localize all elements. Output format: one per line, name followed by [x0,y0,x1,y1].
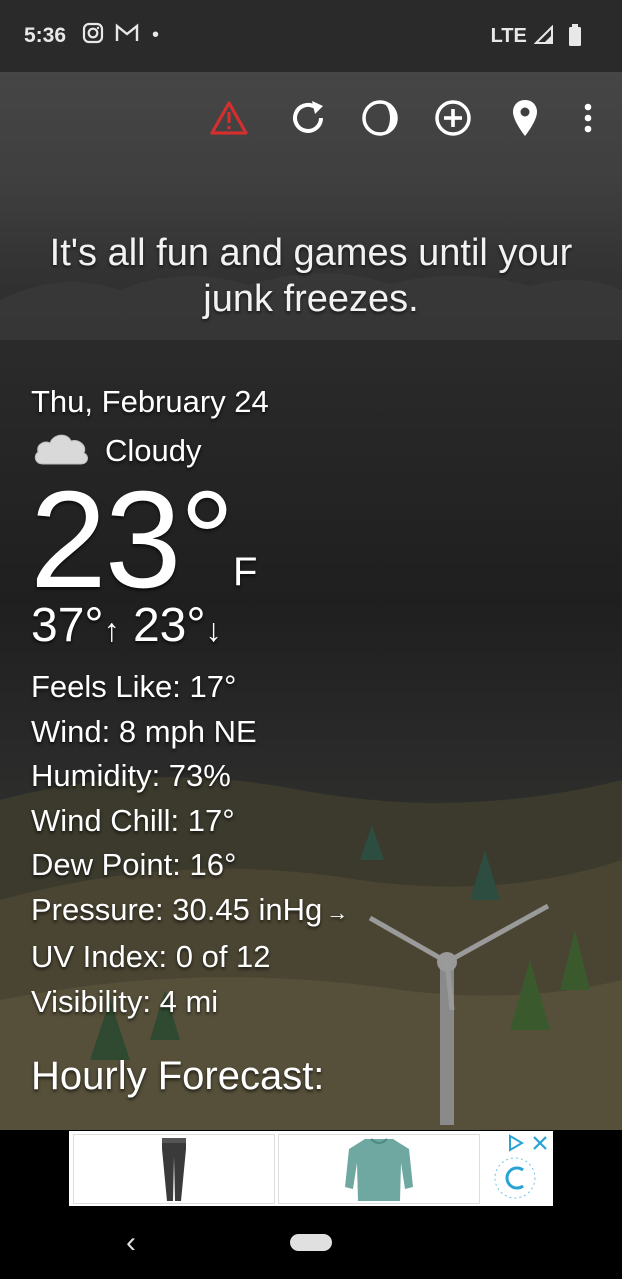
add-location-icon[interactable] [431,96,475,140]
dot-icon: • [152,24,160,46]
warning-icon[interactable] [207,96,251,140]
wind: Wind: 8 mph NE [31,713,257,749]
up-arrow-icon: ↑ [103,612,120,648]
battery-icon [569,24,581,46]
location-pin-icon[interactable] [503,96,547,140]
high-low-temperature: 37°↑ 23°↓ [31,598,222,653]
low-temp: 23° [132,599,206,652]
high-temp: 37° [31,599,104,652]
more-menu-icon[interactable] [566,96,610,140]
uv-index: UV Index: 0 of 12 [31,939,271,974]
pressure-trend-arrow-icon: → [326,899,349,925]
dew-point: Dew Point: 16° [31,847,237,882]
signal-icon [534,24,554,44]
visibility: Visibility: 4 mi [31,983,219,1019]
pressure-row: Pressure: 30.45 inHg → [31,888,348,936]
weather-quote: It's all fun and games until your junk f… [49,232,573,320]
gmail-icon [114,22,140,50]
instagram-icon [82,22,104,50]
refresh-icon[interactable] [286,96,330,140]
back-icon[interactable]: ‹ [126,1226,136,1260]
humidity: Humidity: 73% [31,758,231,793]
network-type: LTE [490,25,527,47]
status-right: LTE [491,24,582,48]
pressure: Pressure: 30.45 inHg [31,891,323,927]
weather-details: Feels Like: 17° Wind: 8 mph NE Humidity:… [31,665,348,1024]
down-arrow-icon: ↓ [205,612,222,648]
feels-like: Feels Like: 17° [31,669,237,704]
ad-product-jogger-pants[interactable] [73,1134,275,1204]
ad-choices-icon[interactable] [507,1134,527,1152]
ad-close-icon[interactable] [532,1135,548,1151]
ad-brand-logo-icon [494,1157,536,1199]
banner-ad[interactable] [69,1131,553,1206]
temperature-unit: F [233,550,258,594]
status-time: 5:36 [24,24,67,47]
status-bar: 5:36 • LTE [0,0,622,72]
hourly-forecast-heading: Hourly Forecast: [31,1054,325,1098]
current-date: Thu, February 24 [31,384,269,419]
ad-product-sweatshirt[interactable] [278,1134,480,1204]
home-pill[interactable] [290,1234,332,1251]
wind-chill: Wind Chill: 17° [31,802,235,838]
current-temperature: 23° [30,463,235,617]
moon-phase-icon[interactable] [358,96,402,140]
